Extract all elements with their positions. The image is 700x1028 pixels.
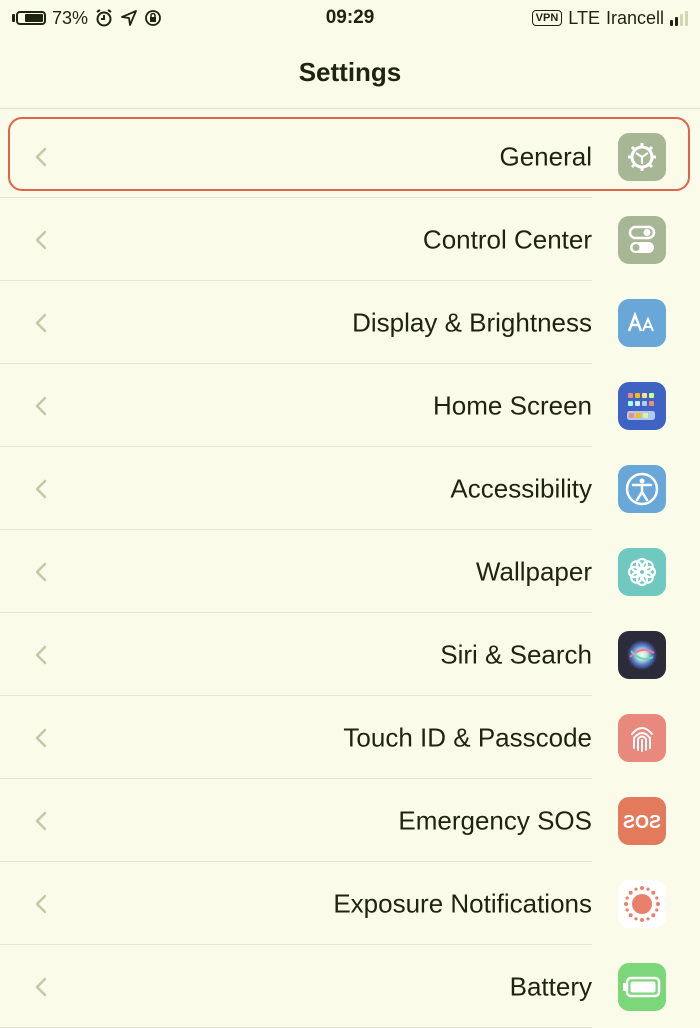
settings-item-touch-id-passcode[interactable]: Touch ID & Passcode bbox=[0, 696, 700, 779]
battery-icon bbox=[12, 11, 46, 25]
settings-item-label: General bbox=[499, 141, 593, 171]
siri-orb-icon bbox=[618, 630, 666, 679]
chevron-left-icon bbox=[35, 811, 47, 830]
fingerprint-icon bbox=[618, 713, 666, 762]
settings-item-label: Exposure Notifications bbox=[333, 888, 592, 918]
chevron-left-icon bbox=[35, 562, 47, 581]
alarm-icon bbox=[96, 9, 112, 27]
battery-icon bbox=[618, 962, 666, 1011]
settings-item-home-screen[interactable]: Home Screen bbox=[0, 364, 700, 447]
chevron-left-icon bbox=[35, 230, 47, 249]
flower-icon bbox=[618, 547, 666, 596]
carrier-name: Irancell bbox=[605, 7, 664, 28]
chevron-left-icon bbox=[35, 977, 47, 996]
settings-item-siri-search[interactable]: Siri & Search bbox=[0, 613, 700, 696]
settings-item-exposure-notifications[interactable]: Exposure Notifications bbox=[0, 862, 700, 945]
status-bar: 73% 09:29 VPN LTE Irancell bbox=[0, 0, 700, 36]
sos-icon: SOS bbox=[618, 796, 666, 845]
rotation-lock-icon bbox=[145, 10, 161, 26]
clock: 09:29 bbox=[325, 7, 375, 28]
signal-bars-icon bbox=[670, 10, 688, 26]
settings-item-label: Wallpaper bbox=[475, 556, 592, 586]
navigation-bar: Settings bbox=[0, 36, 700, 109]
chevron-left-icon bbox=[35, 147, 47, 166]
page-title: Settings bbox=[298, 56, 402, 87]
chevron-left-icon bbox=[35, 645, 47, 664]
status-right: VPN LTE Irancell bbox=[531, 7, 688, 29]
settings-item-control-center[interactable]: Control Center bbox=[0, 198, 700, 281]
status-left: 73% bbox=[12, 8, 162, 29]
text-size-icon bbox=[618, 298, 666, 347]
settings-item-accessibility[interactable]: Accessibility bbox=[0, 447, 700, 530]
chevron-left-icon bbox=[35, 728, 47, 747]
location-arrow-icon bbox=[121, 10, 137, 26]
settings-item-label: Siri & Search bbox=[440, 639, 592, 669]
settings-item-general[interactable]: General bbox=[0, 115, 700, 198]
settings-item-display-brightness[interactable]: Display & Brightness bbox=[0, 281, 700, 364]
settings-item-wallpaper[interactable]: Wallpaper bbox=[0, 530, 700, 613]
toggle-switches-icon bbox=[618, 215, 666, 264]
gear-icon bbox=[618, 132, 666, 181]
exposure-dots-icon bbox=[618, 879, 666, 928]
settings-item-label: Emergency SOS bbox=[398, 805, 592, 835]
chevron-left-icon bbox=[35, 313, 47, 332]
settings-item-emergency-sos[interactable]: Emergency SOS SOS bbox=[0, 779, 700, 862]
home-grid-icon bbox=[618, 381, 666, 430]
settings-item-label: Accessibility bbox=[450, 473, 592, 503]
settings-item-label: Control Center bbox=[422, 224, 592, 254]
settings-item-label: Home Screen bbox=[433, 390, 592, 420]
accessibility-person-icon bbox=[618, 464, 666, 513]
settings-item-label: Battery bbox=[509, 971, 592, 1001]
chevron-left-icon bbox=[35, 894, 47, 913]
settings-list: General Control Center Display & Brightn… bbox=[0, 115, 700, 1028]
settings-item-label: Touch ID & Passcode bbox=[343, 722, 592, 752]
settings-item-battery[interactable]: Battery bbox=[0, 945, 700, 1028]
chevron-left-icon bbox=[35, 479, 47, 498]
svg-text:SOS: SOS bbox=[623, 812, 661, 832]
battery-percent: 73% bbox=[52, 7, 89, 28]
settings-item-label: Display & Brightness bbox=[352, 307, 592, 337]
network-type: LTE bbox=[568, 7, 600, 28]
chevron-left-icon bbox=[35, 396, 47, 415]
vpn-badge: VPN bbox=[531, 10, 563, 26]
